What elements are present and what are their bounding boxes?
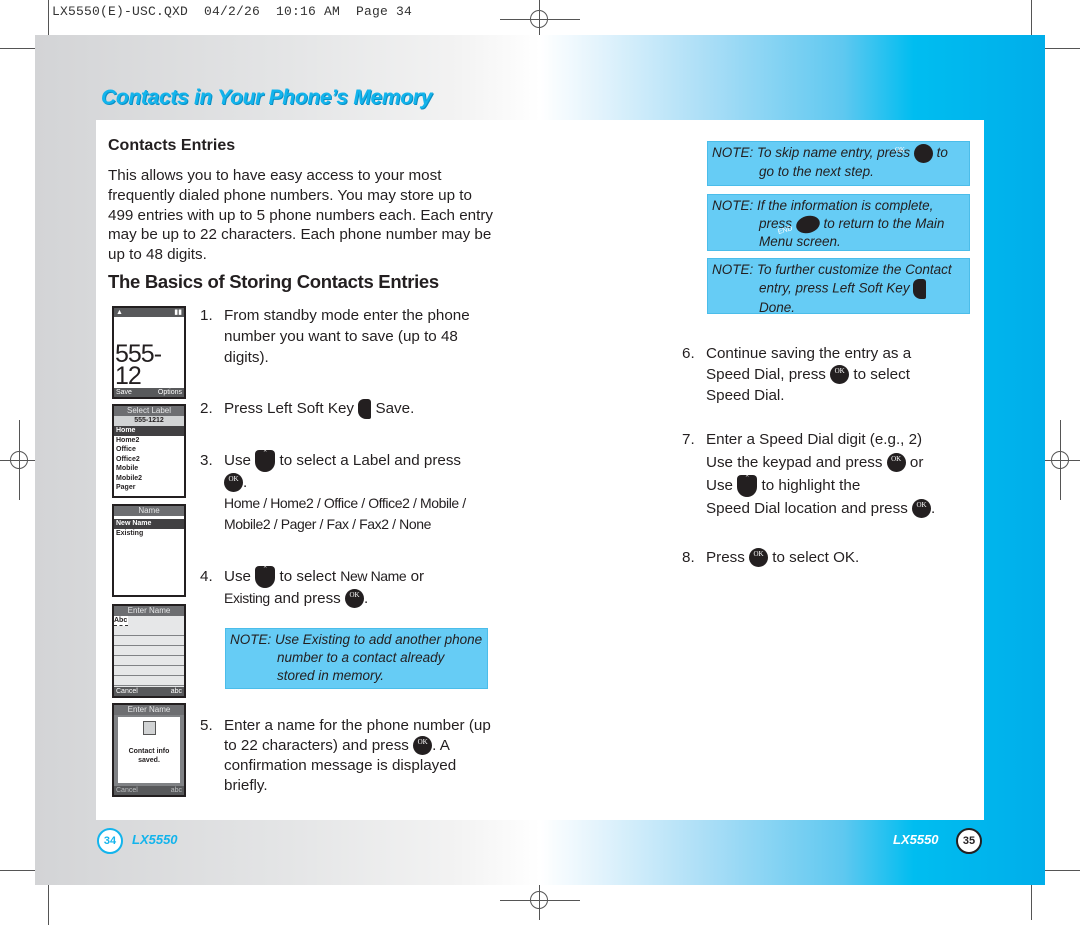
- step-5: 5. Enter a name for the phone number (up…: [200, 717, 491, 794]
- ok-key-icon: OK: [345, 589, 364, 609]
- section-heading: Contacts Entries: [108, 137, 236, 154]
- note-customize: NOTE: To further customize the Contact e…: [707, 258, 970, 315]
- ok-key-icon: OK: [749, 548, 769, 568]
- navigation-key-icon: ˆ: [255, 450, 276, 472]
- signal-icon: ▲: [116, 309, 123, 316]
- navigation-key-icon: ˆ: [737, 474, 758, 497]
- soft-left-label: Save: [116, 389, 132, 396]
- page-number-left: 34: [97, 828, 123, 854]
- soft-right-label: abc: [170, 688, 182, 695]
- phone-screen-saved: Enter Name Contact info saved. Cancel abc: [112, 703, 186, 797]
- ok-key-icon: OK: [830, 365, 850, 385]
- step-3: 3. Use ˆ to select a Label and press OK.…: [200, 450, 495, 535]
- note-info-complete: NOTE: If the information is complete, pr…: [707, 194, 970, 251]
- page-number-right: 35: [956, 828, 982, 854]
- screen-title: Name: [114, 506, 184, 516]
- status-bar: ▲ ▮▮: [114, 308, 184, 317]
- list-item: Pager: [116, 484, 136, 491]
- list-item: Office: [116, 446, 136, 453]
- model-label-left: LX5550: [132, 832, 178, 847]
- end-key-icon: END: [777, 213, 822, 236]
- saved-dialog: Contact info saved.: [118, 717, 180, 783]
- note-existing: NOTE: Use Existing to add another phone …: [225, 628, 488, 689]
- ok-key-icon: OK: [895, 144, 933, 163]
- step-2: 2. Press Left Soft Key Save.: [200, 398, 415, 419]
- dialed-number-line1: 555-12: [115, 340, 162, 390]
- soft-left-label: Cancel: [116, 688, 138, 695]
- left-soft-key-icon: [913, 279, 927, 299]
- step-6: 6. Continue saving the entry as a Speed …: [682, 345, 912, 404]
- list-item: New Name: [114, 519, 184, 529]
- list-item: Home: [114, 426, 184, 436]
- list-item: Existing: [116, 529, 144, 537]
- label-options: Home / Home2 / Office / Office2 / Mobile…: [224, 495, 466, 532]
- step-8: 8. Press OK to select OK.: [682, 548, 860, 568]
- screen-number: 555-1212: [114, 416, 184, 426]
- name-options-list: New Name Existing: [114, 519, 184, 538]
- list-item: Mobile2: [116, 474, 143, 482]
- input-lines: [114, 626, 184, 686]
- print-slug: LX5550(E)-USC.QXD 04/2/26 10:16 AM Page …: [52, 4, 413, 19]
- save-icon: [142, 721, 156, 735]
- ok-key-icon: OK: [413, 736, 433, 756]
- model-label-right: LX5550: [893, 832, 939, 847]
- subheading: The Basics of Storing Contacts Entries: [108, 271, 439, 292]
- list-item: Home2: [116, 436, 140, 444]
- ok-key-icon: OK: [886, 453, 906, 473]
- intro-paragraph: This allows you to have easy access to y…: [108, 167, 493, 264]
- saved-message-line2: saved.: [138, 757, 160, 764]
- list-item: Mobile: [116, 465, 139, 472]
- label-list: Home Home2 Office Office2 Mobile Mobile2…: [114, 426, 184, 493]
- phone-screen-select-label: Select Label 555-1212 Home Home2 Office …: [112, 404, 186, 498]
- screen-title: Enter Name: [114, 705, 184, 715]
- page-title: Contacts in Your Phone’s Memory: [101, 86, 433, 109]
- screen-title: Select Label: [114, 406, 184, 416]
- soft-right-label: Options: [157, 389, 182, 396]
- ok-key-icon: OK: [224, 473, 243, 493]
- ok-key-icon: OK: [912, 499, 932, 519]
- navigation-key-icon: ˆ: [255, 566, 276, 588]
- screen-title: Enter Name: [114, 606, 184, 616]
- step-7: 7. Enter a Speed Dial digit (e.g., 2) Us…: [682, 431, 936, 519]
- step-4: 4. Use ˆ to select New Name or Existing …: [200, 565, 425, 609]
- name-input: Abc: [114, 616, 128, 626]
- battery-icon: ▮▮: [174, 309, 182, 316]
- soft-left-label: Cancel: [116, 787, 138, 794]
- phone-screen-dial: ▲▮▮ 555-12 12 SaveOptions: [112, 306, 186, 399]
- soft-right-label: abc: [170, 787, 182, 794]
- step-1: 1. From standby mode enter the phone num…: [200, 307, 470, 366]
- list-item: Office2: [116, 455, 140, 463]
- saved-message-line1: Contact info: [128, 748, 170, 755]
- phone-screen-enter-name: Enter Name Abc Cancel abc: [112, 604, 186, 698]
- note-skip-name: NOTE: To skip name entry, press OK to go…: [707, 141, 970, 186]
- left-soft-key-icon: [358, 398, 372, 419]
- phone-screen-name: Name New Name Existing: [112, 504, 186, 597]
